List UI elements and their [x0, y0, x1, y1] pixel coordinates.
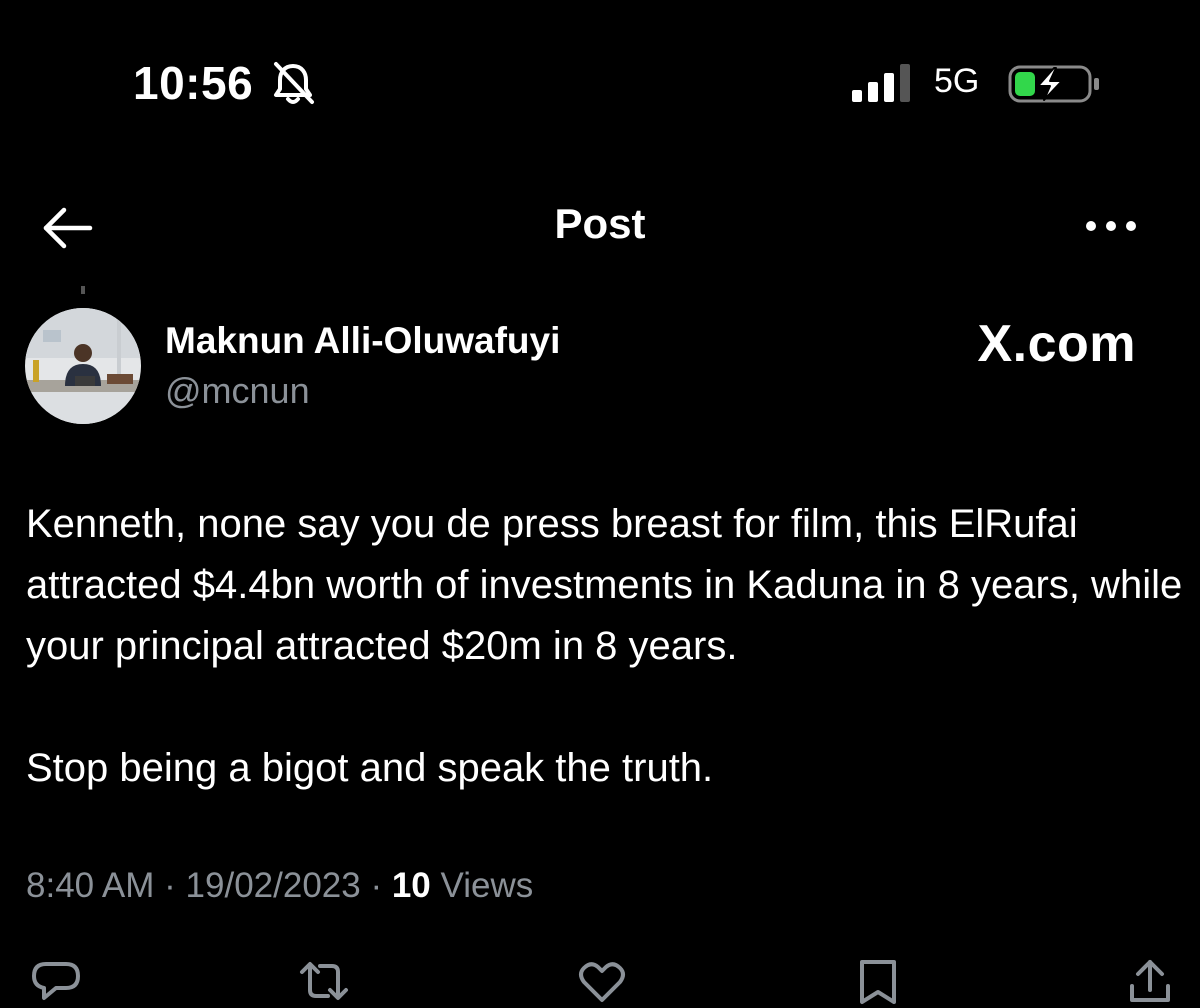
post-date: 19/02/2023 [185, 866, 361, 905]
author-name[interactable]: Maknun Alli-Oluwafuyi [165, 320, 560, 362]
meta-separator: · [164, 866, 176, 905]
more-horizontal-icon[interactable] [1080, 206, 1142, 246]
reply-icon[interactable] [30, 956, 82, 1008]
meta-separator: · [370, 866, 383, 905]
post-paragraph: Kenneth, none say you de press breast fo… [26, 502, 1183, 668]
post-text: Kenneth, none say you de press breast fo… [26, 494, 1186, 799]
status-time: 10:56 [133, 57, 254, 109]
repost-icon[interactable] [298, 956, 350, 1008]
share-icon[interactable] [1124, 956, 1176, 1008]
author-handle[interactable]: @mcnun [165, 370, 310, 412]
thread-line-stub [81, 286, 85, 294]
action-bar [0, 948, 1200, 1004]
post-time: 8:40 AM [26, 866, 155, 905]
page-title: Post [554, 200, 646, 247]
post-paragraph: Stop being a bigot and speak the truth. [26, 746, 714, 790]
watermark-label: X.com [977, 315, 1136, 373]
nav-bar: Post [0, 190, 1200, 270]
post-meta: 8:40 AM · 19/02/2023 · 10 Views [26, 866, 533, 906]
bell-slash-icon [274, 62, 314, 104]
status-bar: 10:56 5G [0, 0, 1200, 160]
views-count: 10 [391, 866, 431, 905]
avatar[interactable] [25, 308, 141, 424]
battery-charging-icon [1008, 65, 1099, 103]
cellular-signal-icon [852, 64, 910, 102]
bookmark-icon[interactable] [852, 956, 904, 1008]
like-icon[interactable] [576, 956, 628, 1008]
views-label: Views [440, 866, 534, 905]
network-type: 5G [934, 62, 980, 100]
